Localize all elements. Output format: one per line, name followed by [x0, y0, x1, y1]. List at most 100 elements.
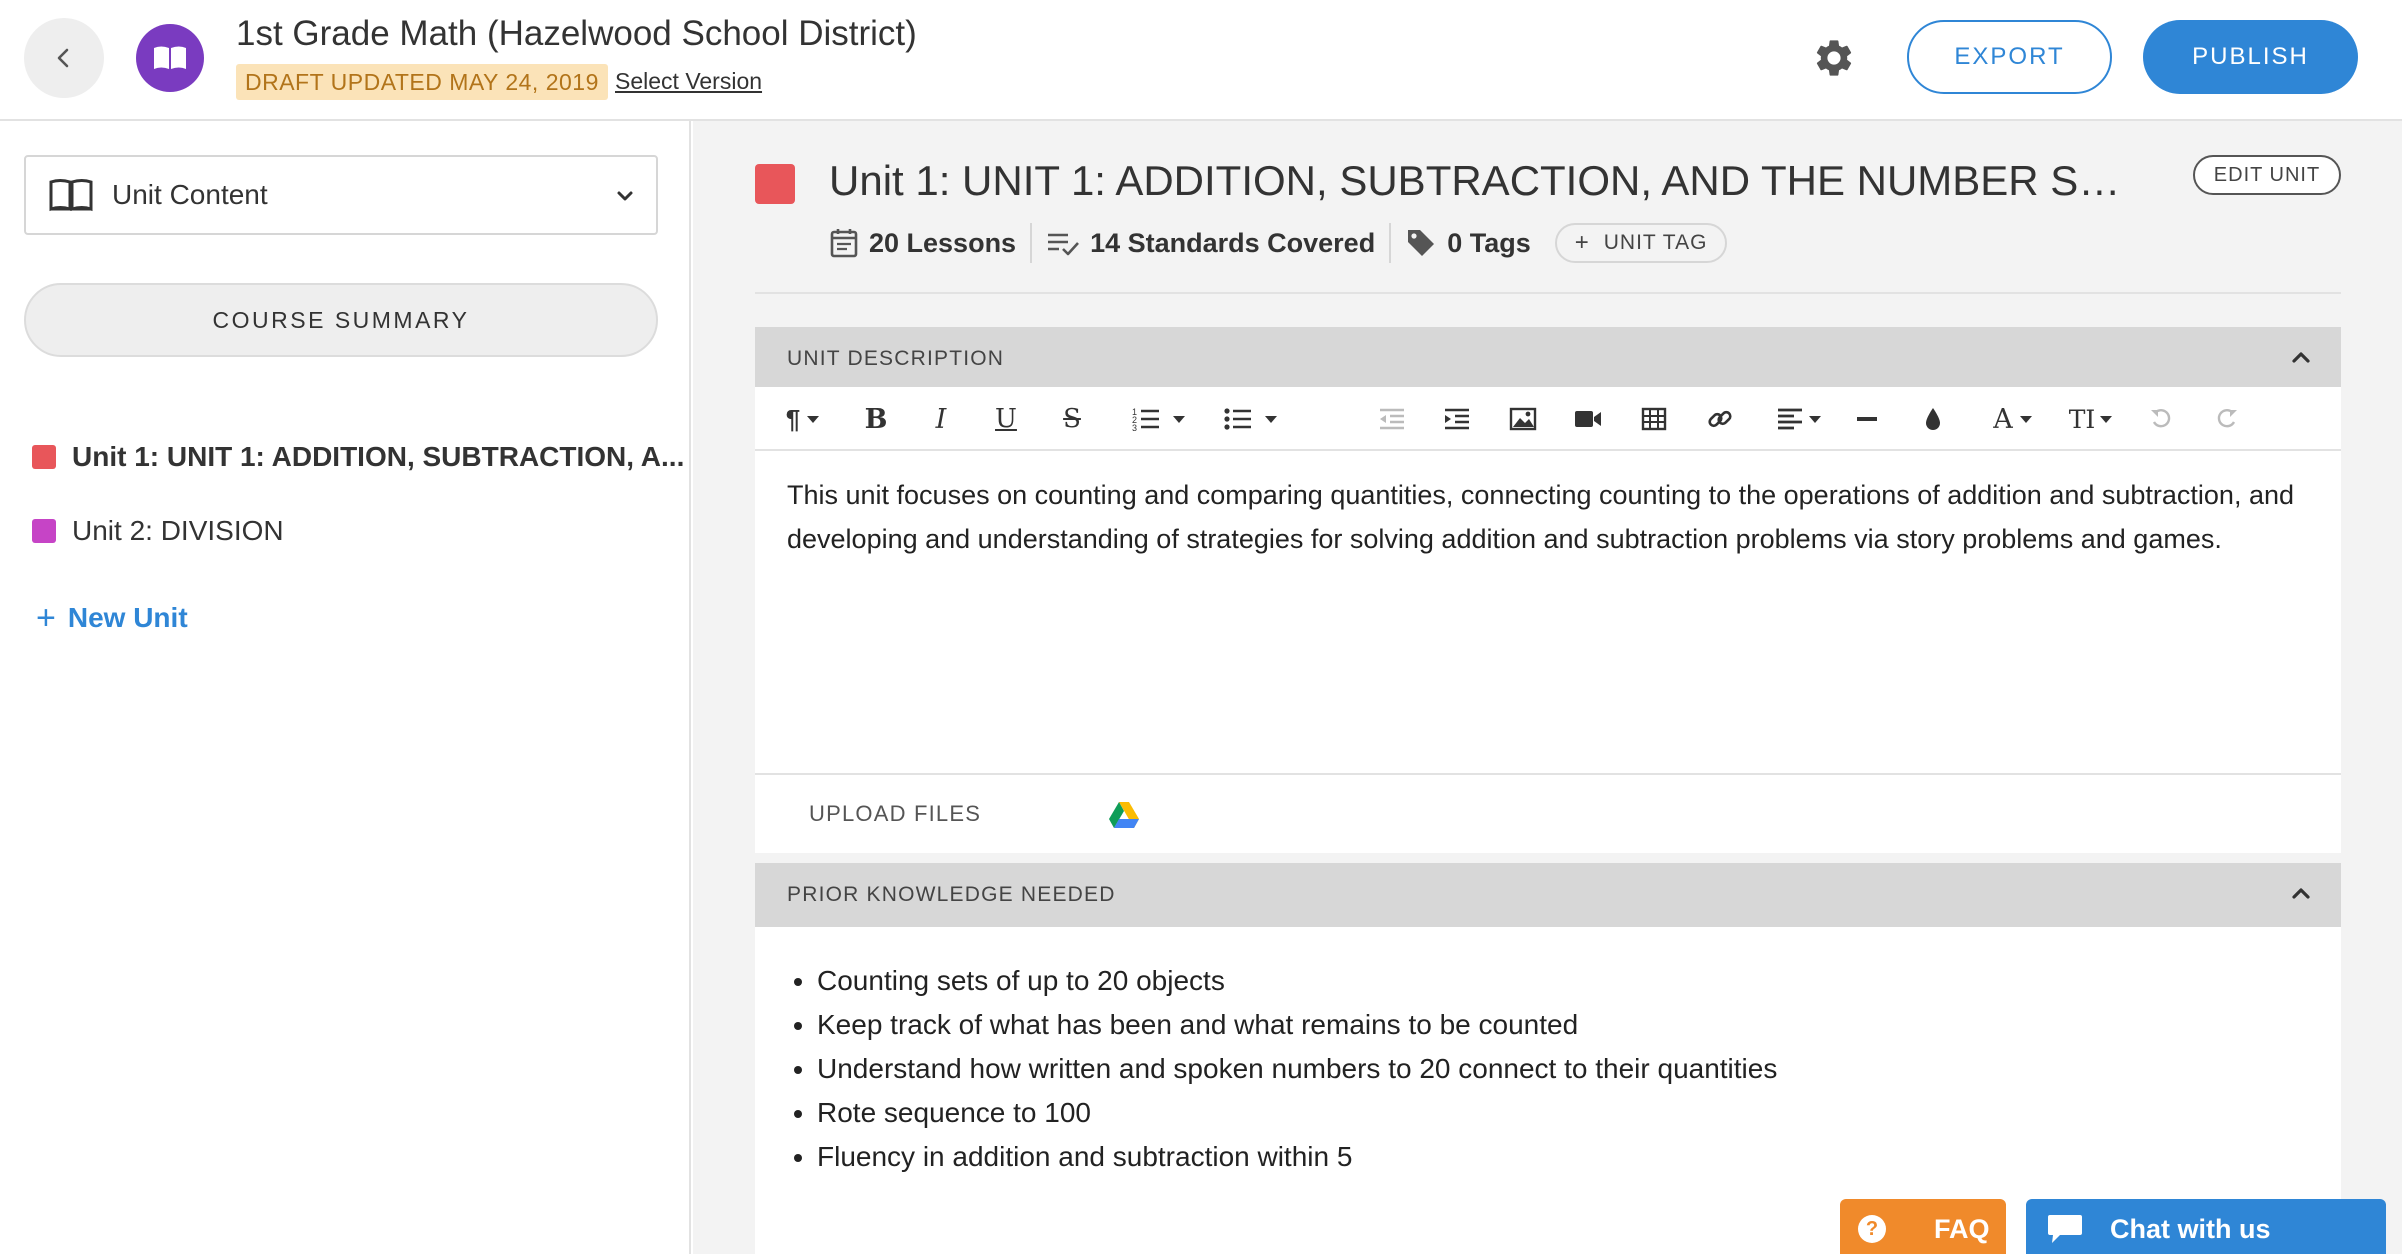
sidebar-unit-1[interactable]: Unit 1: UNIT 1: ADDITION, SUBTRACTION, A… [32, 437, 684, 477]
caret-down-icon [1809, 416, 1821, 423]
list-item: Rote sequence to 100 [817, 1091, 2341, 1135]
bullet-list-icon [1224, 408, 1251, 430]
svg-text:3: 3 [1132, 423, 1137, 432]
ink-drop-icon [1926, 408, 1940, 430]
redo-icon [2217, 409, 2237, 428]
unit-title: Unit 1: UNIT 1: ADDITION, SUBTRACTION, A… [829, 157, 2129, 204]
sidebar-unit-label: Unit 2: DIVISION [72, 515, 284, 546]
chat-bubble-icon [2048, 1215, 2082, 1243]
caret-down-icon [2100, 416, 2113, 423]
align-dropdown[interactable] [1771, 403, 1827, 435]
new-unit-button[interactable]: + New Unit [36, 601, 188, 635]
sidebar: Unit Content COURSE SUMMARY Unit 1: UNIT… [0, 121, 691, 1254]
unit-description-header[interactable]: UNIT DESCRIPTION [755, 327, 2341, 391]
course-summary-button[interactable]: COURSE SUMMARY [24, 283, 658, 357]
font-size-icon: TI [2068, 404, 2096, 434]
paragraph-icon: ¶ [785, 403, 801, 434]
indent-icon [1445, 408, 1469, 430]
open-book-icon [49, 179, 93, 212]
editor-toolbar: ¶ B I U S 123 A TI [755, 387, 2341, 451]
back-button[interactable] [24, 18, 104, 98]
underline-button[interactable]: U [989, 403, 1023, 435]
chevron-left-icon [57, 48, 69, 68]
font-family-dropdown[interactable]: A [1985, 403, 2041, 435]
standards-count: 14 Standards Covered [1090, 227, 1376, 258]
list-item: Fluency in addition and subtraction with… [817, 1135, 2341, 1179]
google-drive-icon[interactable] [1108, 801, 1140, 829]
italic-button[interactable]: I [924, 403, 958, 435]
tag-icon [1408, 230, 1435, 256]
strikethrough-button[interactable]: S [1055, 403, 1089, 435]
top-header: 1st Grade Math (Hazelwood School Distric… [0, 0, 2402, 121]
faq-label: FAQ [1934, 1213, 1990, 1244]
insert-video-button[interactable] [1572, 403, 1604, 435]
chevron-up-icon[interactable] [2291, 349, 2311, 365]
caret-down-icon [2019, 416, 2032, 423]
caret-down-icon [807, 416, 820, 423]
undo-button[interactable] [2145, 403, 2177, 435]
link-icon [1708, 410, 1732, 428]
unit-tag-label: UNIT TAG [1603, 231, 1708, 254]
course-title: 1st Grade Math (Hazelwood School Distric… [236, 14, 917, 53]
insert-image-button[interactable] [1507, 403, 1539, 435]
bullet-list-dropdown[interactable] [1219, 403, 1283, 435]
divider [1389, 223, 1392, 263]
divider [1030, 223, 1033, 263]
paragraph-format-dropdown[interactable]: ¶ [779, 403, 827, 435]
section-title: PRIOR KNOWLEDGE NEEDED [787, 883, 1116, 906]
horizontal-line-icon [1857, 417, 1877, 421]
table-icon [1641, 407, 1667, 431]
course-icon-badge [136, 24, 204, 92]
select-version-link[interactable]: Select Version [615, 68, 762, 95]
unit-description-text[interactable]: This unit focuses on counting and compar… [787, 473, 2317, 561]
video-camera-icon [1575, 411, 1601, 427]
upload-files-button[interactable]: UPLOAD FILES [809, 801, 981, 827]
horizontal-rule-button[interactable] [1851, 403, 1883, 435]
indent-button[interactable] [1441, 403, 1473, 435]
gear-icon[interactable] [1812, 36, 1856, 80]
edit-unit-button[interactable]: EDIT UNIT [2193, 155, 2341, 195]
draft-status-badge: DRAFT UPDATED MAY 24, 2019 [236, 64, 608, 100]
outdent-button[interactable] [1376, 403, 1408, 435]
plus-icon: + [1574, 229, 1590, 256]
font-size-dropdown[interactable]: TI [2063, 403, 2119, 435]
unit-color-swatch [32, 445, 56, 469]
lessons-stat: 20 Lessons [829, 227, 1016, 259]
redo-button[interactable] [2211, 403, 2243, 435]
insert-table-button[interactable] [1638, 403, 1670, 435]
caret-down-icon [1173, 416, 1185, 423]
unit-color-swatch [32, 519, 56, 543]
chevron-up-icon[interactable] [2291, 885, 2311, 901]
insert-link-button[interactable] [1704, 403, 1736, 435]
bold-button[interactable]: B [859, 403, 893, 435]
prior-knowledge-header[interactable]: PRIOR KNOWLEDGE NEEDED [755, 863, 2341, 927]
list-item: Counting sets of up to 20 objects [817, 959, 2341, 1003]
add-unit-tag-button[interactable]: + UNIT TAG [1554, 223, 1728, 263]
calendar-icon [830, 229, 858, 258]
lessons-count: 20 Lessons [869, 227, 1017, 258]
chevron-down-icon [617, 191, 633, 201]
upload-bar: UPLOAD FILES [755, 773, 2341, 853]
align-left-icon [1778, 408, 1802, 430]
publish-button[interactable]: PUBLISH [2143, 20, 2358, 94]
chat-button[interactable]: Chat with us [2026, 1199, 2386, 1254]
checklist-icon [1048, 233, 1080, 256]
section-title: UNIT DESCRIPTION [787, 347, 1005, 370]
plus-icon: + [36, 599, 56, 637]
text-color-button[interactable] [1917, 403, 1949, 435]
image-icon [1509, 407, 1537, 431]
view-select-dropdown[interactable]: Unit Content [24, 155, 658, 235]
font-icon: A [1993, 403, 2013, 435]
caret-down-icon [1265, 416, 1277, 423]
undo-icon [2151, 409, 2171, 428]
sidebar-unit-2[interactable]: Unit 2: DIVISION [32, 511, 284, 551]
sidebar-unit-label: Unit 1: UNIT 1: ADDITION, SUBTRACTION, A… [72, 441, 685, 472]
ordered-list-dropdown[interactable]: 123 [1127, 403, 1191, 435]
chat-label: Chat with us [2110, 1213, 2271, 1244]
ordered-list-icon: 123 [1132, 407, 1159, 432]
tags-count: 0 Tags [1447, 227, 1531, 258]
list-item: Understand how written and spoken number… [817, 1047, 2341, 1091]
new-unit-label: New Unit [67, 602, 188, 633]
export-button[interactable]: EXPORT [1907, 20, 2112, 94]
faq-button[interactable]: ? FAQ [1840, 1199, 2006, 1254]
